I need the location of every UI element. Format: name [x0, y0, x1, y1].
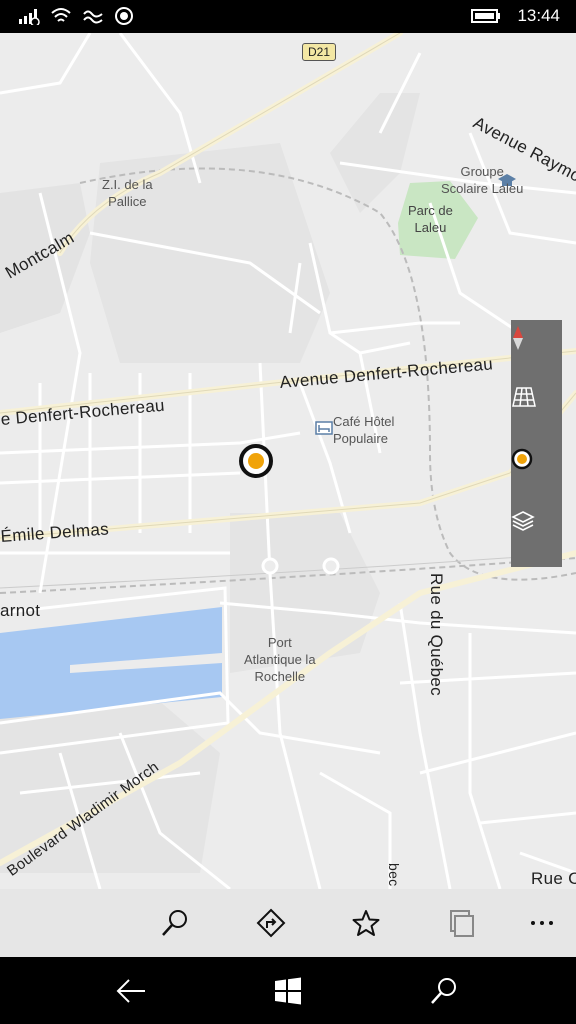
compass-button[interactable]: [511, 324, 562, 374]
area-label-cafe: Café Hôtel Populaire: [333, 414, 395, 446]
signal-icon: [19, 9, 40, 25]
windows-start-icon: [275, 977, 301, 1005]
map-canvas: [0, 33, 576, 889]
area-label-groupe-scolaire: Groupe Scolaire Laleu: [441, 164, 524, 196]
collections-button[interactable]: [443, 905, 479, 941]
hotel-icon: [315, 421, 333, 435]
back-icon: [116, 979, 145, 1003]
show-my-location-button[interactable]: [511, 448, 562, 498]
navigation-bar: [0, 957, 576, 1024]
show-location-icon: [511, 448, 533, 470]
3d-buildings-button[interactable]: [511, 386, 562, 436]
favorites-button[interactable]: [348, 905, 384, 941]
search-icon: [162, 910, 187, 936]
start-button[interactable]: [270, 973, 306, 1009]
status-bar: 13:44: [0, 0, 576, 33]
directions-icon: [256, 908, 286, 938]
directions-button[interactable]: [253, 905, 289, 941]
back-button[interactable]: [113, 973, 149, 1009]
area-label-parc: Parc de Laleu: [408, 203, 453, 235]
wifi-calling-icon: [83, 10, 103, 24]
collections-icon: [450, 910, 474, 937]
map-layers-icon: [511, 511, 535, 531]
battery-icon: [471, 9, 501, 23]
street-label-rue-du-quebec: Rue du Québec: [427, 573, 446, 696]
location-icon: [115, 7, 133, 25]
more-icon: [531, 921, 553, 925]
cortana-search-icon: [431, 978, 456, 1004]
route-shield: D21: [302, 43, 336, 61]
harbour-water: [0, 607, 222, 719]
favorites-icon: [352, 910, 380, 936]
wifi-icon: [51, 8, 71, 22]
current-location-pin[interactable]: [239, 444, 273, 478]
street-label-carnot: arnot: [0, 601, 41, 620]
map-controls: [511, 320, 562, 567]
area-label-port: Port Atlantique la Rochelle: [244, 635, 316, 684]
app-bar: [0, 889, 576, 957]
compass-icon: [513, 326, 523, 350]
cortana-search-button[interactable]: [426, 973, 462, 1009]
search-button[interactable]: [157, 905, 193, 941]
area-label-zi: Z.I. de la Pallice: [102, 177, 153, 209]
clock: 13:44: [517, 6, 560, 25]
map-view[interactable]: D21 Z.I. de la Pallice Groupe Scolaire L…: [0, 33, 576, 889]
3d-buildings-icon: [512, 387, 536, 407]
map-layers-button[interactable]: [511, 510, 562, 560]
street-label-bec: bec: [386, 863, 402, 887]
more-button[interactable]: [524, 905, 560, 941]
street-label-rue-c: Rue C: [531, 869, 576, 888]
